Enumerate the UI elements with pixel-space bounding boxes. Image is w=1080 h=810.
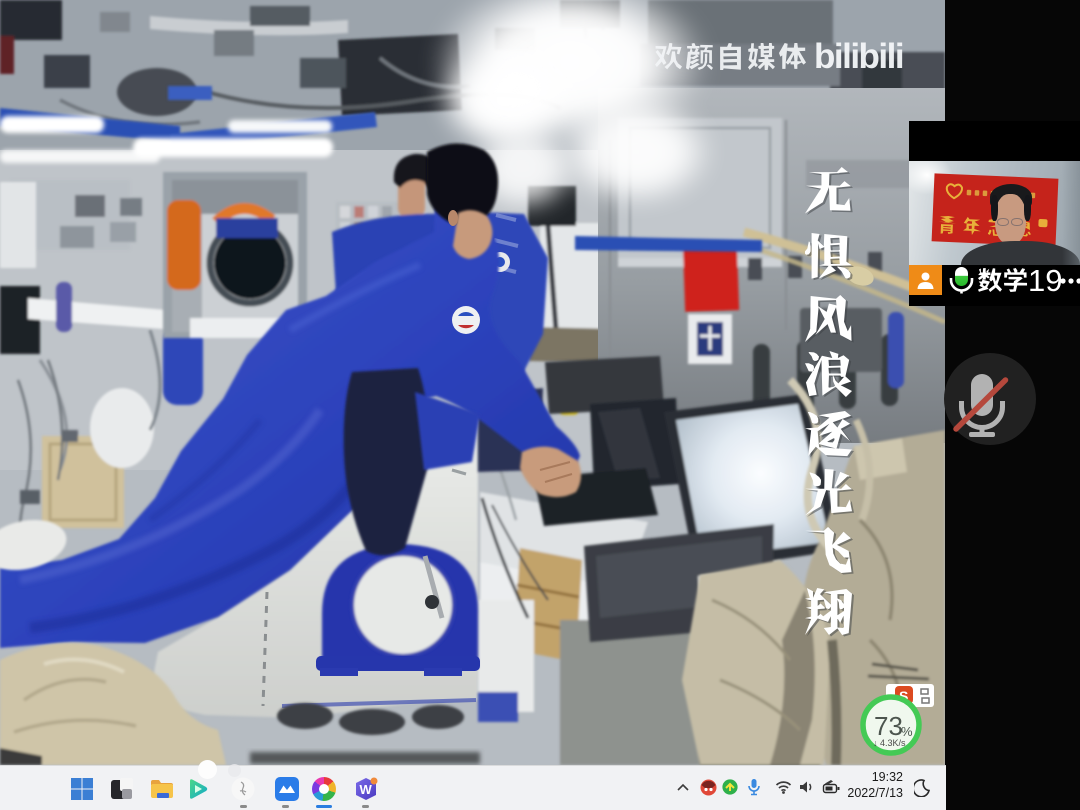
svg-text:↓ 4.3K/s: ↓ 4.3K/s xyxy=(873,738,906,748)
svg-text:%: % xyxy=(901,724,913,739)
svg-text:bilibili: bilibili xyxy=(814,37,903,76)
svg-text:19: 19 xyxy=(1028,266,1062,294)
svg-text:73: 73 xyxy=(874,711,903,741)
svg-text:W: W xyxy=(360,782,373,797)
